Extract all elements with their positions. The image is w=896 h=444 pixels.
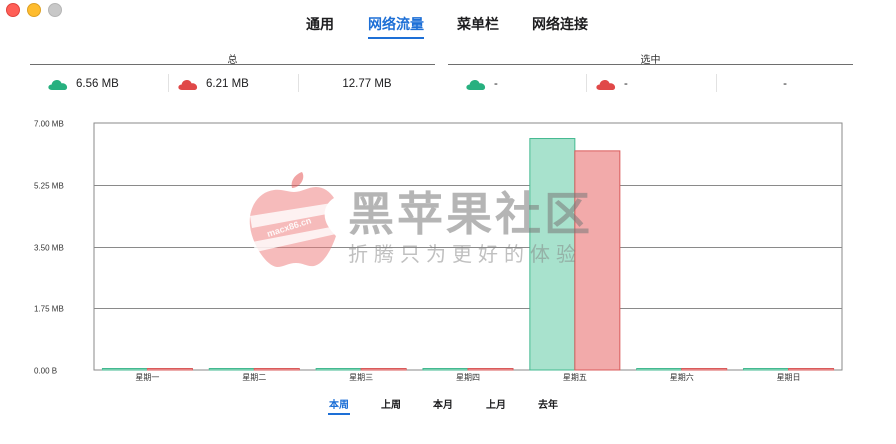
- bar-download: [467, 368, 514, 371]
- period-last-week[interactable]: 上周: [381, 396, 401, 411]
- plot-frame: [93, 122, 843, 371]
- x-tick-label: 星期一: [135, 373, 159, 382]
- bar-upload: [743, 368, 790, 371]
- bar-upload: [315, 368, 362, 371]
- period-last-year[interactable]: 去年: [538, 396, 558, 411]
- bar-download: [360, 368, 407, 371]
- bar-upload: [529, 138, 576, 371]
- x-tick-label: 星期日: [777, 373, 801, 382]
- bar-download: [681, 368, 728, 371]
- x-tick-label: 星期二: [242, 373, 266, 382]
- y-tick-label: 5.25 MB: [34, 182, 64, 191]
- bar-download: [253, 368, 300, 371]
- bar-upload: [101, 368, 148, 371]
- bar-upload: [422, 368, 469, 371]
- bar-upload: [208, 368, 255, 371]
- y-tick-label: 1.75 MB: [34, 305, 64, 314]
- period-last-month[interactable]: 上月: [486, 396, 506, 411]
- period-this-week[interactable]: 本周: [328, 396, 350, 415]
- weekly-traffic-chart: 0.00 B 1.75 MB 3.50 MB 5.25 MB 7.00 MB 星期一 星期二…: [34, 120, 843, 382]
- x-tick-label: 星期四: [456, 373, 480, 382]
- y-tick-label: 3.50 MB: [34, 244, 64, 253]
- y-tick-label: 0.00 B: [34, 367, 57, 376]
- bar-download: [146, 368, 193, 371]
- bar-download: [788, 368, 835, 371]
- period-this-month[interactable]: 本月: [433, 396, 453, 411]
- y-tick-label: 7.00 MB: [34, 120, 64, 129]
- x-tick-label: 星期五: [563, 373, 587, 382]
- bar-upload: [636, 368, 683, 371]
- x-tick-label: 星期六: [670, 372, 694, 382]
- x-tick-label: 星期三: [349, 373, 373, 382]
- bar-download: [574, 150, 621, 371]
- period-tabs: 本周 上周 本月 上月 去年: [0, 396, 896, 416]
